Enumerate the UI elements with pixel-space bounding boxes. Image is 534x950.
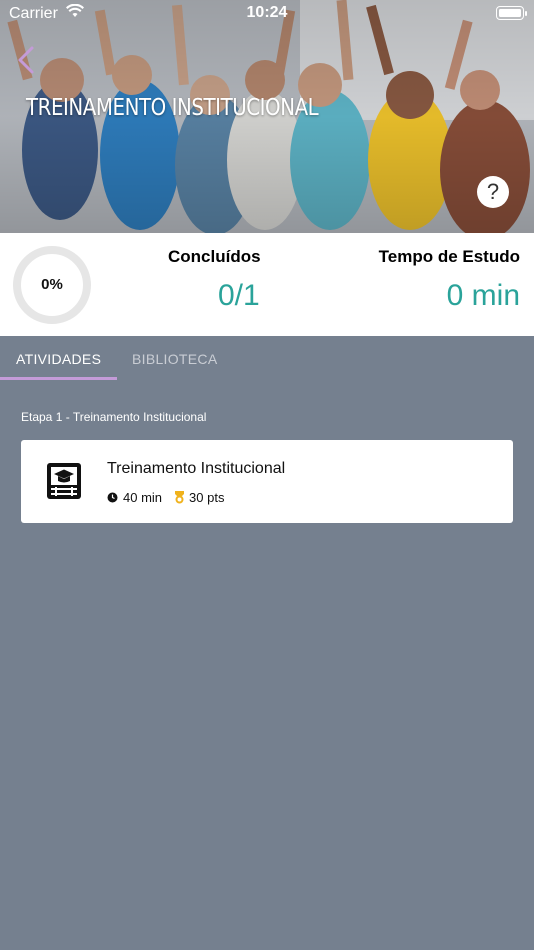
activity-title: Treinamento Institucional — [107, 460, 286, 477]
completed-label: Concluídos — [168, 247, 261, 266]
progress-summary: 0% Concluídos 0/1 Tempo de Estudo 0 min — [0, 233, 534, 336]
status-time: 10:24 — [246, 4, 288, 21]
medal-icon — [175, 491, 185, 504]
tab-atividades[interactable]: ATIVIDADES — [16, 351, 101, 367]
header-banner: Carrier 10:24 TREINAMENTO INSTITUCIONAL … — [0, 0, 534, 233]
study-time-label: Tempo de Estudo — [378, 247, 520, 266]
help-button[interactable]: ? — [477, 176, 509, 208]
clock-icon — [107, 492, 118, 503]
activity-meta: 40 min 30 pts — [107, 490, 224, 505]
chevron-left-icon[interactable] — [12, 44, 42, 76]
activity-duration: 40 min — [123, 490, 163, 505]
progress-percent: 0% — [41, 276, 63, 293]
activity-card[interactable]: Treinamento Institucional 40 min 30 pts — [21, 440, 513, 523]
tab-bar: ATIVIDADES BIBLIOTECA — [0, 336, 534, 381]
status-bar: Carrier 10:24 — [0, 0, 534, 28]
graduation-cap-icon — [47, 463, 81, 499]
stage-label: Etapa 1 - Treinamento Institucional — [21, 410, 207, 424]
active-tab-indicator — [0, 377, 117, 380]
tab-biblioteca[interactable]: BIBLIOTECA — [132, 351, 217, 367]
completed-value: 0/1 — [218, 279, 260, 312]
study-time-value: 0 min — [446, 279, 520, 312]
battery-icon — [496, 6, 527, 20]
page-title: TREINAMENTO INSTITUCIONAL — [26, 95, 319, 121]
activity-points: 30 pts — [189, 490, 225, 505]
